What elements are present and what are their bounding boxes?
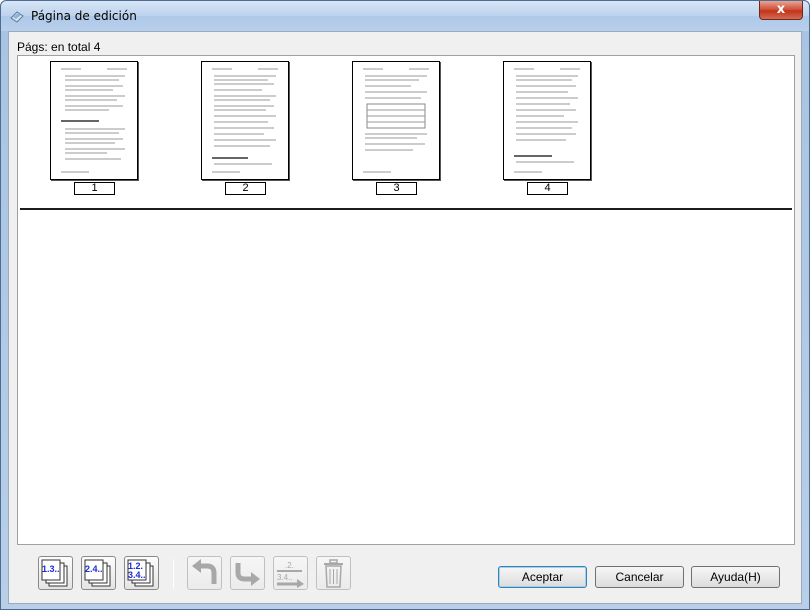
reorder-label-top: .2. bbox=[285, 561, 294, 570]
toolbar-separator bbox=[173, 559, 174, 589]
dialog-client-area: Págs: en total 4 1 2 3 4 1.3.. 2.4.. 1.2… bbox=[8, 31, 802, 604]
document-preview-icon bbox=[514, 68, 580, 173]
page-preview[interactable] bbox=[352, 61, 440, 180]
title-bar[interactable]: Página de edición x bbox=[1, 1, 809, 31]
page-number-label: 2 bbox=[225, 182, 266, 195]
odd-pages-label: 1.3.. bbox=[42, 564, 60, 574]
window-title: Página de edición bbox=[31, 9, 137, 23]
page-number-label: 3 bbox=[376, 182, 417, 195]
select-all-pages-button[interactable]: 1.2. 3.4.. bbox=[124, 556, 159, 590]
page-preview[interactable] bbox=[201, 61, 289, 180]
document-preview-icon bbox=[363, 68, 429, 173]
page-preview[interactable] bbox=[50, 61, 138, 180]
page-number-label: 1 bbox=[74, 182, 115, 195]
rotate-left-icon bbox=[192, 559, 217, 584]
document-preview-icon bbox=[61, 68, 127, 173]
select-even-pages-button[interactable]: 2.4.. bbox=[81, 556, 116, 590]
select-odd-pages-button[interactable]: 1.3.. bbox=[38, 556, 73, 590]
page-thumbnail-panel[interactable]: 1 2 3 4 bbox=[17, 55, 795, 545]
page-thumbnail[interactable]: 3 bbox=[352, 61, 442, 195]
page-thumbnail[interactable]: 4 bbox=[503, 61, 593, 195]
accept-button[interactable]: Aceptar bbox=[498, 566, 587, 588]
page-number-label: 4 bbox=[527, 182, 568, 195]
trash-icon bbox=[324, 559, 343, 588]
even-pages-label: 2.4.. bbox=[85, 564, 103, 574]
even-pages-icon: 2.4.. bbox=[84, 559, 111, 587]
dialog-window: Página de edición x Págs: en total 4 1 2… bbox=[0, 0, 810, 610]
all-pages-icon: 1.2. 3.4.. bbox=[127, 559, 154, 587]
document-preview-icon bbox=[212, 68, 278, 173]
reorder-label-bottom: 3.4.. bbox=[277, 573, 293, 582]
thumbnail-divider bbox=[20, 208, 792, 210]
rotate-right-icon bbox=[235, 563, 260, 586]
total-pages-label: Págs: en total 4 bbox=[17, 40, 101, 54]
scanner-icon bbox=[10, 11, 24, 23]
delete-page-button[interactable] bbox=[316, 556, 351, 590]
rotate-left-button[interactable] bbox=[187, 556, 222, 590]
reorder-pages-icon: .2. 3.4.. bbox=[277, 561, 304, 588]
reorder-pages-button[interactable]: .2. 3.4.. bbox=[273, 556, 308, 590]
cancel-button[interactable]: Cancelar bbox=[595, 566, 684, 588]
all-pages-label-bottom: 3.4.. bbox=[128, 570, 146, 580]
odd-pages-icon: 1.3.. bbox=[41, 559, 68, 587]
page-preview[interactable] bbox=[503, 61, 591, 180]
rotate-right-button[interactable] bbox=[230, 556, 265, 590]
help-button[interactable]: Ayuda(H) bbox=[691, 566, 780, 588]
close-button[interactable]: x bbox=[759, 1, 803, 20]
page-thumbnail[interactable]: 1 bbox=[50, 61, 140, 195]
page-thumbnail[interactable]: 2 bbox=[201, 61, 291, 195]
